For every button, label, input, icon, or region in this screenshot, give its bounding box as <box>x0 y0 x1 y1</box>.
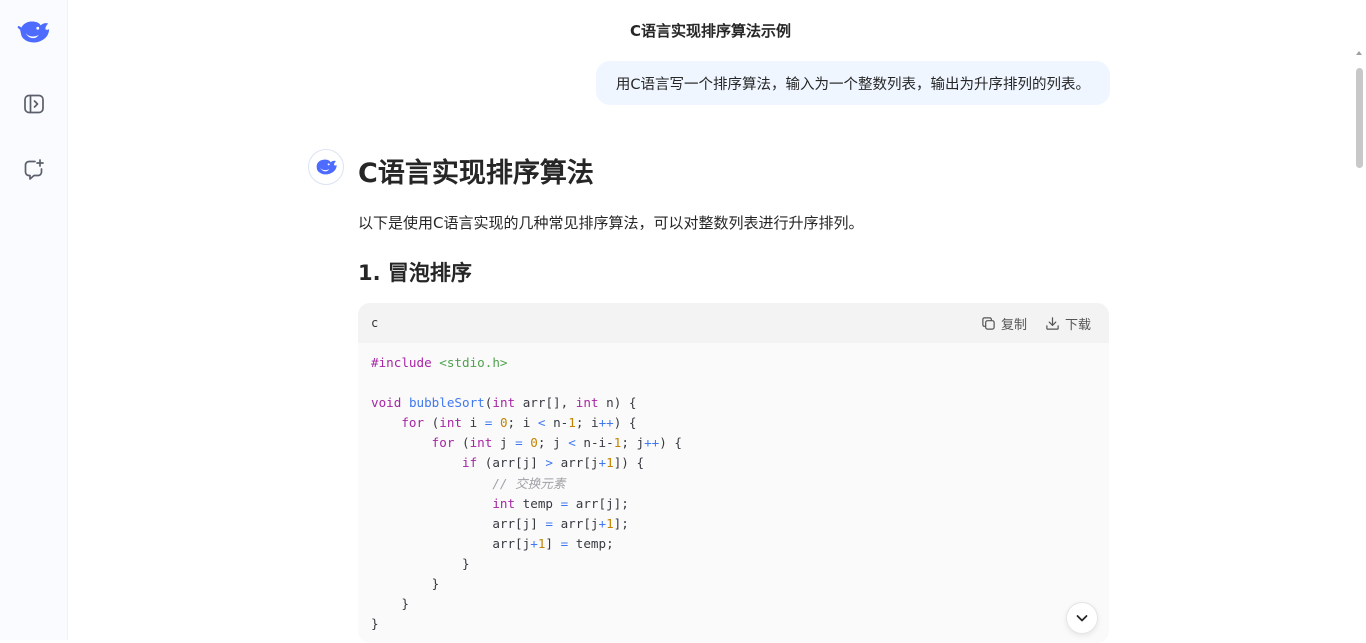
answer-intro: 以下是使用C语言实现的几种常见排序算法，可以对整数列表进行升序排列。 <box>358 214 864 232</box>
scroll-to-bottom-button[interactable] <box>1066 602 1098 634</box>
copy-icon <box>982 316 995 330</box>
code-content: #include <stdio.h> void bubbleSort(int a… <box>371 355 682 632</box>
answer-heading: C语言实现排序算法 <box>358 158 594 189</box>
sidebar <box>0 0 68 640</box>
download-icon <box>1046 316 1059 330</box>
scroll-up-arrow-icon[interactable] <box>1356 51 1362 55</box>
code-header: c 复制 下载 <box>358 303 1109 343</box>
user-message-bubble: 用C语言写一个排序算法，输入为一个整数列表，输出为升序排列的列表。 <box>595 61 1110 105</box>
deepseek-logo-icon[interactable] <box>17 15 51 49</box>
chat-header: C语言实现排序算法示例 <box>68 0 1353 62</box>
copy-button[interactable]: 复制 <box>981 314 1027 333</box>
deepseek-whale-icon <box>316 159 337 175</box>
scroll-thumb[interactable] <box>1356 68 1363 168</box>
code-block: c 复制 下载 #include <stdio.h> void bubbleSo… <box>358 303 1109 643</box>
chat-title: C语言实现排序算法示例 <box>629 22 791 40</box>
sidebar-toggle-icon[interactable] <box>17 87 51 121</box>
new-chat-icon[interactable] <box>17 153 51 187</box>
download-button[interactable]: 下载 <box>1045 314 1091 333</box>
section-title: 1. 冒泡排序 <box>358 261 472 285</box>
chevron-down-icon <box>1076 615 1088 622</box>
assistant-avatar <box>308 149 344 185</box>
page-scrollbar[interactable] <box>1353 44 1366 640</box>
code-language: c <box>371 316 379 330</box>
copy-label: 复制 <box>1000 317 1027 333</box>
assistant-answer: C语言实现排序算法 以下是使用C语言实现的几种常见排序算法，可以对整数列表进行升… <box>358 152 1110 290</box>
download-label: 下载 <box>1064 317 1091 333</box>
